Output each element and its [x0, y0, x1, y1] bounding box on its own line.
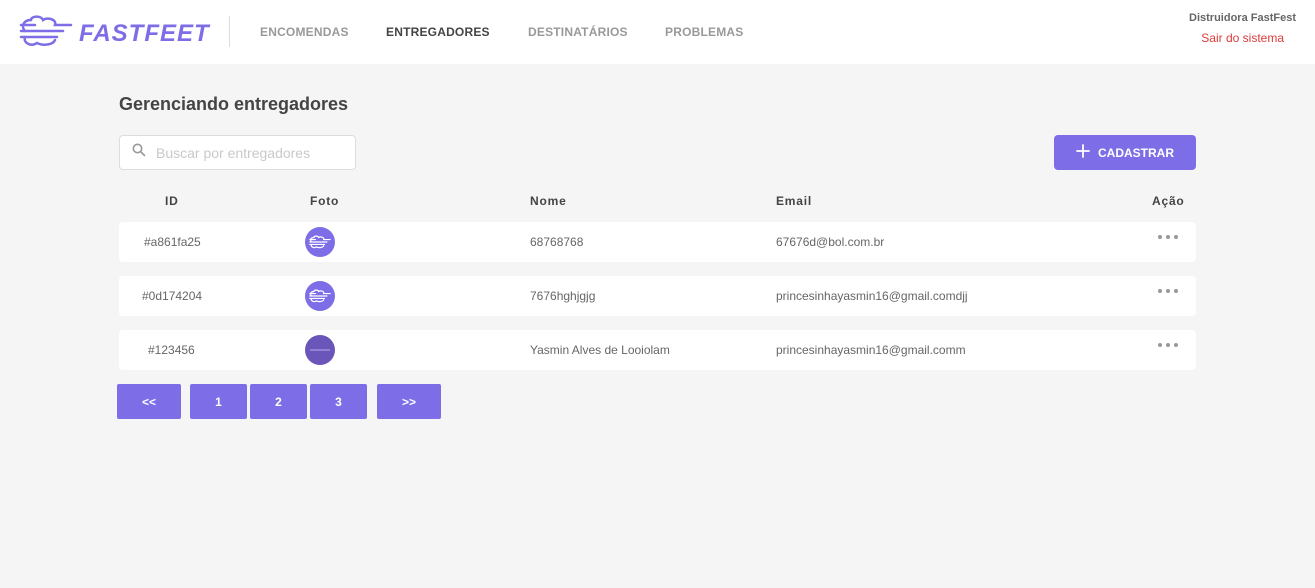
nav-item-entregadores[interactable]: ENTREGADORES — [386, 25, 490, 39]
truck-wind-icon — [309, 235, 331, 249]
row-id: #123456 — [148, 343, 195, 357]
row-id: #a861fa25 — [144, 235, 201, 249]
column-header-foto: Foto — [310, 194, 340, 208]
more-actions-icon[interactable] — [1158, 289, 1178, 293]
user-name: Distruidora FastFest — [1189, 12, 1296, 24]
search-icon — [120, 143, 146, 162]
row-email: princesinhayasmin16@gmail.comm — [776, 343, 966, 357]
add-deliveryman-button[interactable]: CADASTRAR — [1054, 135, 1196, 170]
truck-wind-icon — [19, 14, 73, 53]
nav-item-encomendas[interactable]: ENCOMENDAS — [260, 25, 349, 39]
row-id: #0d174204 — [142, 289, 203, 303]
search-input[interactable] — [156, 144, 336, 161]
pagination-page-3[interactable]: 3 — [310, 384, 367, 419]
row-email: 67676d@bol.com.br — [776, 235, 885, 249]
pagination-page-2[interactable]: 2 — [250, 384, 307, 419]
table-row: #123456 Yasmin Alves de Looiolam princes… — [119, 330, 1196, 370]
brand-logo[interactable]: FASTFEET — [19, 14, 210, 53]
add-button-label: CADASTRAR — [1098, 145, 1174, 160]
row-name: Yasmin Alves de Looiolam — [530, 343, 670, 357]
header-divider — [229, 16, 230, 47]
column-header-acao: Ação — [1152, 194, 1185, 208]
row-email: princesinhayasmin16@gmail.comdjj — [776, 289, 968, 303]
table-row: #0d174204 7676hghjgjg princesinhayasmin1… — [119, 276, 1196, 316]
logout-link[interactable]: Sair do sistema — [1201, 31, 1284, 45]
avatar — [305, 281, 335, 311]
plus-icon — [1076, 144, 1098, 161]
row-name: 68768768 — [530, 235, 584, 249]
truck-wind-icon — [309, 289, 331, 303]
pagination-next-button[interactable]: >> — [377, 384, 441, 419]
nav-item-problemas[interactable]: PROBLEMAS — [665, 25, 743, 39]
nav-item-destinatarios[interactable]: DESTINATÁRIOS — [528, 25, 628, 39]
more-actions-icon[interactable] — [1158, 343, 1178, 347]
photo-icon — [310, 349, 330, 351]
column-header-id: ID — [165, 194, 179, 208]
photo-avatar — [305, 335, 335, 365]
column-header-nome: Nome — [530, 194, 567, 208]
pagination-page-1[interactable]: 1 — [190, 384, 247, 419]
avatar — [305, 227, 335, 257]
table-row: #a861fa25 68768768 67676d@bol.com.br — [119, 222, 1196, 262]
page-title: Gerenciando entregadores — [119, 94, 349, 114]
top-header: FASTFEET ENCOMENDAS ENTREGADORES DESTINA… — [0, 0, 1315, 64]
brand-name: FASTFEET — [79, 19, 210, 47]
more-actions-icon[interactable] — [1158, 235, 1178, 239]
search-box[interactable] — [119, 135, 356, 170]
pagination-prev-button[interactable]: << — [117, 384, 181, 419]
row-name: 7676hghjgjg — [530, 289, 596, 303]
column-header-email: Email — [776, 194, 813, 208]
